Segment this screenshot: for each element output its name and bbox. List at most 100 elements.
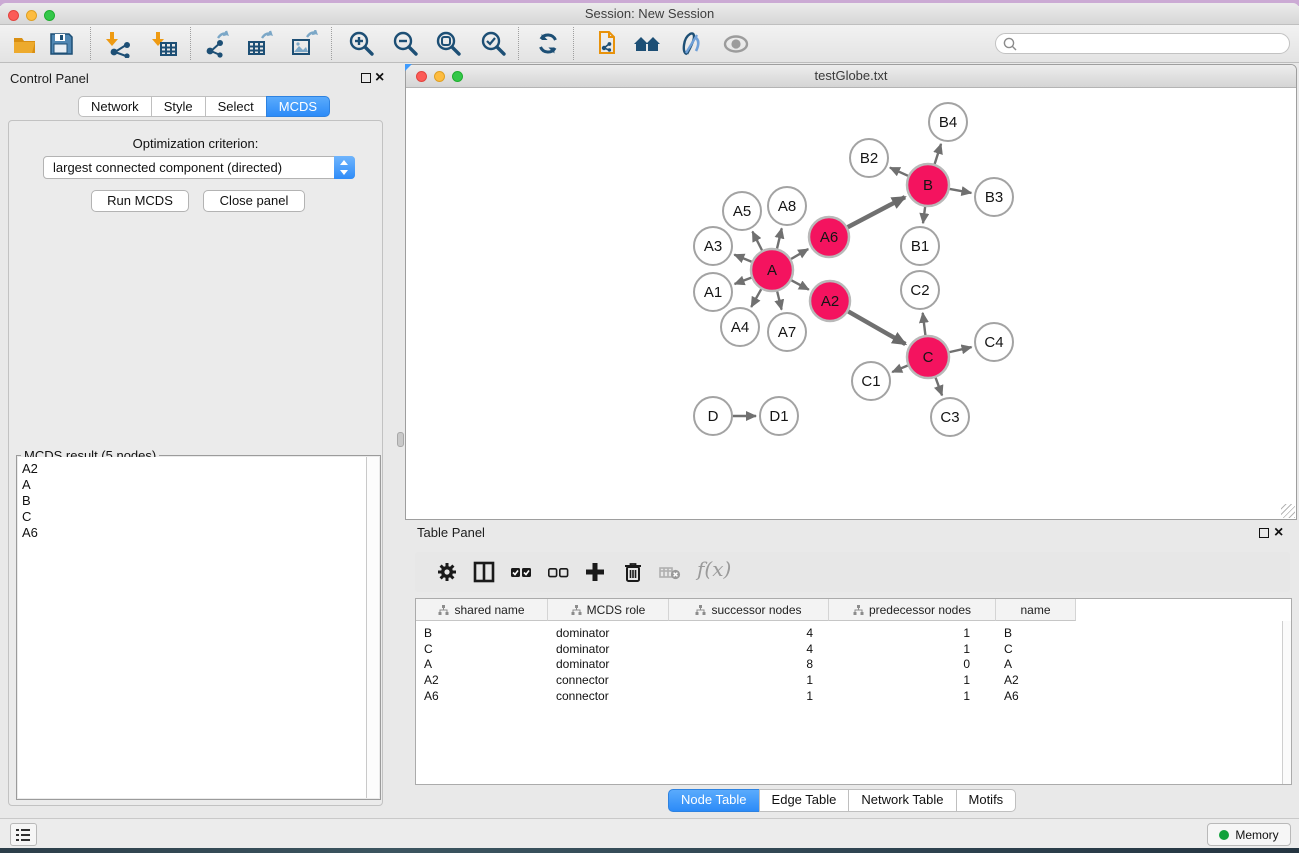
edge-A-A3[interactable] <box>734 255 751 262</box>
tab-network-table[interactable]: Network Table <box>848 789 956 812</box>
search-field[interactable] <box>995 33 1290 54</box>
node-table[interactable]: shared nameMCDS rolesuccessor nodesprede… <box>415 598 1292 785</box>
deselect-all-columns-icon[interactable] <box>546 560 570 584</box>
vertical-splitter-grip[interactable] <box>397 432 404 447</box>
mcds-result-item[interactable]: C <box>22 509 367 525</box>
tab-motifs[interactable]: Motifs <box>956 789 1017 812</box>
mcds-result-list[interactable]: A2ABCA6 <box>18 457 367 798</box>
table-panel-close-icon[interactable]: × <box>1274 527 1283 539</box>
cell-shared-name[interactable]: C <box>424 642 546 657</box>
table-scrollbar[interactable] <box>1282 621 1291 784</box>
node-A3[interactable]: A3 <box>694 227 732 265</box>
node-B4[interactable]: B4 <box>929 103 967 141</box>
edge-B-B2[interactable] <box>890 168 908 176</box>
cell-MCDS-role[interactable]: dominator <box>556 642 667 657</box>
delete-column-icon[interactable] <box>621 560 645 584</box>
run-mcds-button[interactable]: Run MCDS <box>91 190 189 212</box>
close-panel-button[interactable]: Close panel <box>203 190 305 212</box>
cell-predecessor-nodes[interactable]: 1 <box>829 673 970 688</box>
tab-mcds[interactable]: MCDS <box>266 96 330 117</box>
cell-shared-name[interactable]: A2 <box>424 673 546 688</box>
cell-shared-name[interactable]: A6 <box>424 689 546 704</box>
node-A8[interactable]: A8 <box>768 187 806 225</box>
edge-A-A2[interactable] <box>791 280 808 289</box>
cell-predecessor-nodes[interactable]: 1 <box>829 689 970 704</box>
edge-A2-C[interactable] <box>848 311 905 344</box>
cell-predecessor-nodes[interactable]: 1 <box>829 626 970 641</box>
cell-MCDS-role[interactable]: connector <box>556 689 667 704</box>
task-history-button[interactable] <box>10 823 37 846</box>
cell-name[interactable]: C <box>1004 642 1074 657</box>
cell-predecessor-nodes[interactable]: 0 <box>829 657 970 672</box>
hide-labels-icon[interactable] <box>677 30 705 58</box>
node-A6[interactable]: A6 <box>809 217 849 257</box>
mcds-result-item[interactable]: A <box>22 477 367 493</box>
node-D1[interactable]: D1 <box>760 397 798 435</box>
node-A7[interactable]: A7 <box>768 313 806 351</box>
cell-successor-nodes[interactable]: 1 <box>669 689 813 704</box>
column-header-MCDS-role[interactable]: MCDS role <box>548 599 669 621</box>
node-C1[interactable]: C1 <box>852 362 890 400</box>
edge-C-C3[interactable] <box>936 378 943 396</box>
network-window-titlebar[interactable]: testGlobe.txt <box>406 65 1296 88</box>
mcds-list-scrollbar[interactable] <box>366 457 379 798</box>
window-resize-grip[interactable] <box>1281 504 1295 518</box>
tab-style[interactable]: Style <box>151 96 206 117</box>
edge-B-B1[interactable] <box>923 207 925 223</box>
mcds-result-item[interactable]: A2 <box>22 461 367 477</box>
network-close-light[interactable] <box>416 71 427 82</box>
tab-select[interactable]: Select <box>205 96 267 117</box>
node-A4[interactable]: A4 <box>721 308 759 346</box>
cell-shared-name[interactable]: A <box>424 657 546 672</box>
function-builder-icon[interactable]: f(x) <box>697 557 731 581</box>
memory-button[interactable]: Memory <box>1207 823 1291 846</box>
export-network-icon[interactable] <box>204 30 232 58</box>
edge-C-C4[interactable] <box>949 347 971 352</box>
node-C[interactable]: C <box>907 336 949 378</box>
app-titlebar[interactable]: Session: New Session <box>0 3 1299 25</box>
zoom-fit-icon[interactable] <box>434 30 462 58</box>
node-B1[interactable]: B1 <box>901 227 939 265</box>
cell-predecessor-nodes[interactable]: 1 <box>829 642 970 657</box>
cell-successor-nodes[interactable]: 4 <box>669 626 813 641</box>
edge-B-B3[interactable] <box>950 189 972 193</box>
show-graphics-details-icon[interactable] <box>722 30 750 58</box>
tab-node-table[interactable]: Node Table <box>668 789 760 812</box>
mcds-result-item[interactable]: A6 <box>22 525 367 541</box>
node-A[interactable]: A <box>751 249 793 291</box>
cell-successor-nodes[interactable]: 4 <box>669 642 813 657</box>
node-A5[interactable]: A5 <box>723 192 761 230</box>
network-minimize-light[interactable] <box>434 71 445 82</box>
cell-successor-nodes[interactable]: 8 <box>669 657 813 672</box>
cell-MCDS-role[interactable]: dominator <box>556 626 667 641</box>
cell-MCDS-role[interactable]: dominator <box>556 657 667 672</box>
node-B[interactable]: B <box>907 164 949 206</box>
edge-A-A6[interactable] <box>791 249 808 259</box>
node-C4[interactable]: C4 <box>975 323 1013 361</box>
cell-name[interactable]: A2 <box>1004 673 1074 688</box>
column-header-predecessor-nodes[interactable]: predecessor nodes <box>829 599 996 621</box>
node-C3[interactable]: C3 <box>931 398 969 436</box>
criterion-select[interactable]: largest connected component (directed) <box>43 156 355 179</box>
control-panel-float-icon[interactable] <box>361 73 371 83</box>
cybrowser-home-icon[interactable] <box>633 30 661 58</box>
mcds-result-item[interactable]: B <box>22 493 367 509</box>
node-B3[interactable]: B3 <box>975 178 1013 216</box>
network-graph[interactable]: B4B2BB3A5A8A6A3AB1A1C2A2A4A7C4CC1DD1C3 <box>406 88 1296 519</box>
table-panel-float-icon[interactable] <box>1259 528 1269 538</box>
cell-name[interactable]: A6 <box>1004 689 1074 704</box>
zoom-traffic-light[interactable] <box>44 10 55 21</box>
node-A1[interactable]: A1 <box>694 273 732 311</box>
node-A2[interactable]: A2 <box>810 281 850 321</box>
tab-edge-table[interactable]: Edge Table <box>759 789 850 812</box>
edge-A-A7[interactable] <box>777 291 781 309</box>
delete-table-icon[interactable] <box>658 560 682 584</box>
cell-successor-nodes[interactable]: 1 <box>669 673 813 688</box>
network-snapshot-icon[interactable] <box>592 30 620 58</box>
close-traffic-light[interactable] <box>8 10 19 21</box>
column-header-shared-name[interactable]: shared name <box>416 599 548 621</box>
import-table-icon[interactable] <box>151 30 179 58</box>
edge-B-B4[interactable] <box>935 144 941 164</box>
edge-A6-B[interactable] <box>848 197 905 227</box>
cell-MCDS-role[interactable]: connector <box>556 673 667 688</box>
